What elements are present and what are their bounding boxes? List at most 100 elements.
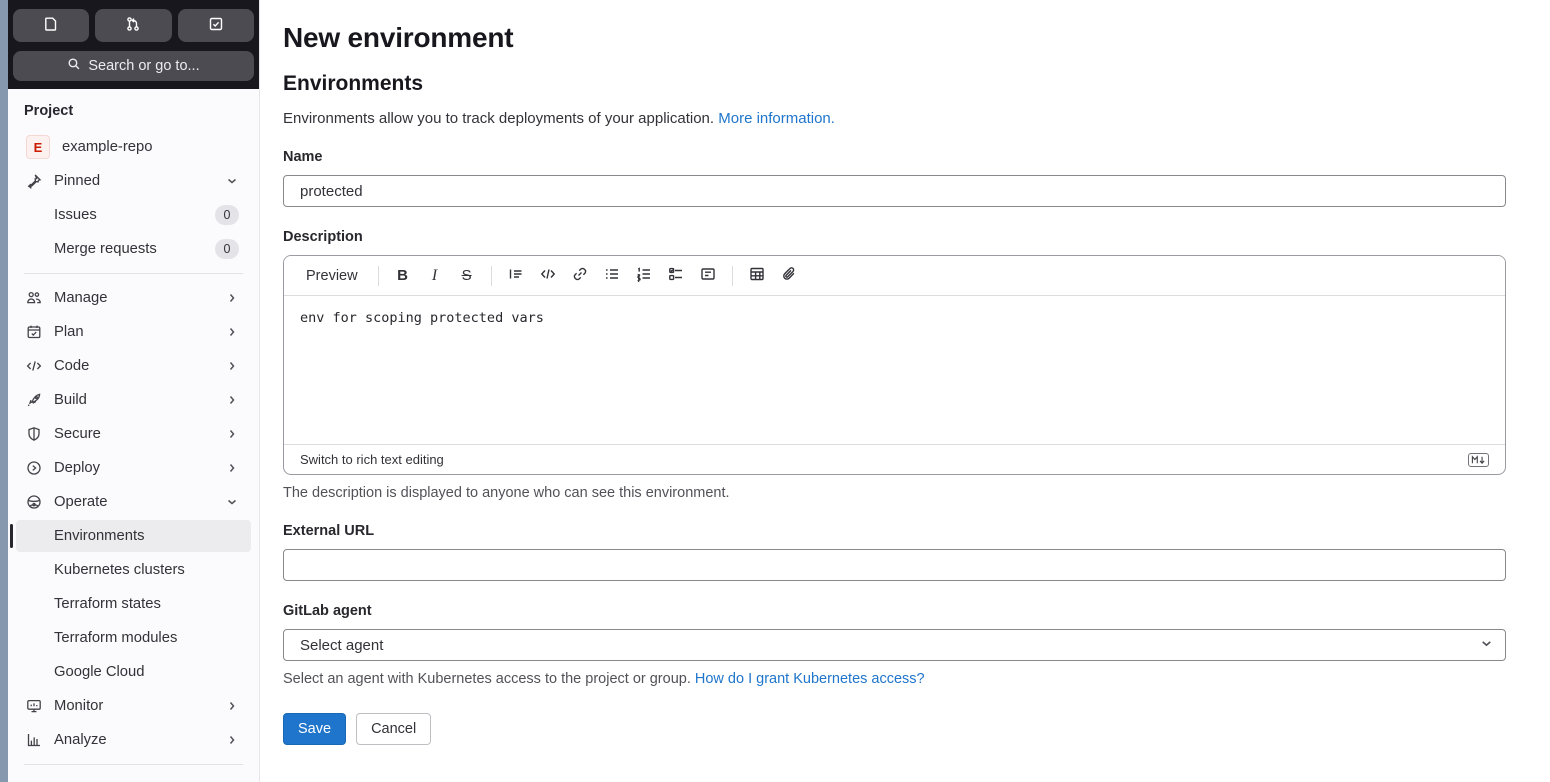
sidebar-item-label: Kubernetes clusters bbox=[54, 562, 185, 578]
sidebar-item-deploy[interactable]: Deploy bbox=[16, 452, 251, 484]
collapsible-section-button[interactable] bbox=[694, 262, 722, 290]
issues-count-badge: 0 bbox=[215, 205, 239, 225]
italic-icon: I bbox=[431, 266, 438, 284]
more-information-link[interactable]: More information. bbox=[718, 110, 835, 127]
task-list-button[interactable] bbox=[662, 262, 690, 290]
blockquote-icon bbox=[508, 266, 524, 285]
sidebar-divider bbox=[24, 273, 243, 274]
sidebar-item-plan[interactable]: Plan bbox=[16, 316, 251, 348]
sidebar-item-code[interactable]: Code bbox=[16, 350, 251, 382]
strikethrough-button[interactable]: S bbox=[453, 262, 481, 290]
kubernetes-access-link[interactable]: How do I grant Kubernetes access? bbox=[695, 671, 925, 687]
sidebar-item-label: Pinned bbox=[54, 173, 101, 189]
code-icon bbox=[540, 266, 556, 285]
sidebar-item-label: Secure bbox=[54, 426, 101, 442]
chevron-down-icon bbox=[225, 175, 239, 187]
sidebar-item-google-cloud[interactable]: Google Cloud bbox=[16, 656, 251, 688]
project-sidebar: Project E example-repo Pinned Issues 0 M… bbox=[8, 89, 259, 782]
chevron-right-icon bbox=[225, 462, 239, 474]
search-label: Search or go to... bbox=[88, 58, 200, 74]
chevron-right-icon bbox=[225, 326, 239, 338]
deploy-icon bbox=[26, 460, 42, 476]
sidebar-divider bbox=[24, 764, 243, 765]
todo-checklist-icon bbox=[208, 16, 224, 35]
sidebar-item-label: Manage bbox=[54, 290, 108, 306]
sidebar-item-manage[interactable]: Manage bbox=[16, 282, 251, 314]
page-title: New environment bbox=[283, 22, 514, 53]
agent-select-value: Select agent bbox=[300, 636, 384, 654]
markdown-editor: Preview B I S env for scoping protected … bbox=[283, 255, 1506, 475]
intro-sentence: Environments allow you to track deployme… bbox=[283, 110, 715, 127]
sidebar-item-merge-requests[interactable]: Merge requests 0 bbox=[16, 233, 251, 265]
save-button[interactable]: Save bbox=[283, 713, 347, 745]
description-helper-text: The description is displayed to anyone w… bbox=[283, 485, 730, 501]
sidebar-topbar: Search or go to... bbox=[8, 0, 259, 89]
table-button[interactable] bbox=[743, 262, 771, 290]
chevron-right-icon bbox=[225, 292, 239, 304]
external-url-input[interactable] bbox=[283, 549, 1506, 581]
merge-request-icon bbox=[125, 16, 141, 35]
description-field-group: Description Preview B I S env for scopin… bbox=[283, 229, 1506, 501]
task-list-icon bbox=[668, 266, 684, 285]
sidebar-item-operate[interactable]: Operate bbox=[16, 486, 251, 518]
agent-field-group: GitLab agent Select agent Select an agen… bbox=[283, 603, 1506, 687]
name-label: Name bbox=[283, 149, 323, 165]
search-icon bbox=[67, 57, 81, 75]
name-input[interactable] bbox=[283, 175, 1506, 207]
project-name: example-repo bbox=[62, 139, 153, 155]
sidebar-item-project[interactable]: E example-repo bbox=[16, 131, 251, 163]
name-field-group: Name bbox=[283, 149, 1506, 207]
cancel-button[interactable]: Cancel bbox=[356, 713, 432, 745]
form-actions: Save Cancel bbox=[283, 713, 1506, 745]
sidebar-item-build[interactable]: Build bbox=[16, 384, 251, 416]
sidebar-item-label: Google Cloud bbox=[54, 664, 145, 680]
sidebar-item-secure[interactable]: Secure bbox=[16, 418, 251, 450]
sidebar-item-label: Deploy bbox=[54, 460, 101, 476]
sidebar-item-pinned[interactable]: Pinned bbox=[16, 165, 251, 197]
bullet-list-button[interactable] bbox=[598, 262, 626, 290]
collapsible-section-icon bbox=[700, 266, 716, 285]
main-content: New environment Environments Environment… bbox=[260, 0, 1550, 782]
search-input[interactable]: Search or go to... bbox=[13, 51, 254, 81]
chevron-right-icon bbox=[225, 428, 239, 440]
agent-select[interactable]: Select agent bbox=[283, 629, 1506, 661]
chevron-down-icon bbox=[1480, 637, 1493, 654]
bold-button[interactable]: B bbox=[389, 262, 417, 290]
preview-tab[interactable]: Preview bbox=[296, 262, 368, 290]
strikethrough-icon: S bbox=[461, 267, 472, 284]
sidebar-item-environments[interactable]: Environments bbox=[10, 520, 251, 552]
blockquote-button[interactable] bbox=[502, 262, 530, 290]
window-edge-strip bbox=[0, 0, 8, 782]
chart-icon bbox=[26, 732, 42, 748]
description-label: Description bbox=[283, 229, 363, 245]
numbered-list-button[interactable] bbox=[630, 262, 658, 290]
merge-requests-shortcut-button[interactable] bbox=[95, 9, 172, 42]
chevron-right-icon bbox=[225, 394, 239, 406]
link-icon bbox=[572, 266, 588, 285]
sidebar-item-kubernetes-clusters[interactable]: Kubernetes clusters bbox=[16, 554, 251, 586]
attach-file-button[interactable] bbox=[775, 262, 803, 290]
todo-shortcut-button[interactable] bbox=[177, 9, 254, 42]
external-url-label: External URL bbox=[283, 523, 375, 539]
chevron-right-icon bbox=[225, 360, 239, 372]
italic-button[interactable]: I bbox=[421, 262, 449, 290]
sidebar-item-label: Merge requests bbox=[54, 241, 157, 257]
agent-helper-text: Select an agent with Kubernetes access t… bbox=[283, 671, 1506, 687]
sidebar-item-terraform-modules[interactable]: Terraform modules bbox=[16, 622, 251, 654]
sidebar-item-label: Environments bbox=[54, 528, 145, 544]
link-button[interactable] bbox=[566, 262, 594, 290]
users-icon bbox=[26, 290, 42, 306]
issues-shortcut-button[interactable] bbox=[13, 9, 90, 42]
sidebar-item-analyze[interactable]: Analyze bbox=[16, 724, 251, 756]
editor-footer: Switch to rich text editing bbox=[284, 444, 1505, 474]
description-textarea[interactable]: env for scoping protected vars bbox=[284, 296, 1505, 444]
sidebar-item-issues[interactable]: Issues 0 bbox=[16, 199, 251, 231]
code-button[interactable] bbox=[534, 262, 562, 290]
sidebar-item-monitor[interactable]: Monitor bbox=[16, 690, 251, 722]
sidebar-item-terraform-states[interactable]: Terraform states bbox=[16, 588, 251, 620]
pin-icon bbox=[26, 173, 42, 189]
issues-icon bbox=[43, 16, 59, 35]
table-icon bbox=[749, 266, 765, 285]
sidebar-column: Search or go to... Project E example-rep… bbox=[8, 0, 260, 782]
switch-rich-text-link[interactable]: Switch to rich text editing bbox=[300, 452, 444, 467]
